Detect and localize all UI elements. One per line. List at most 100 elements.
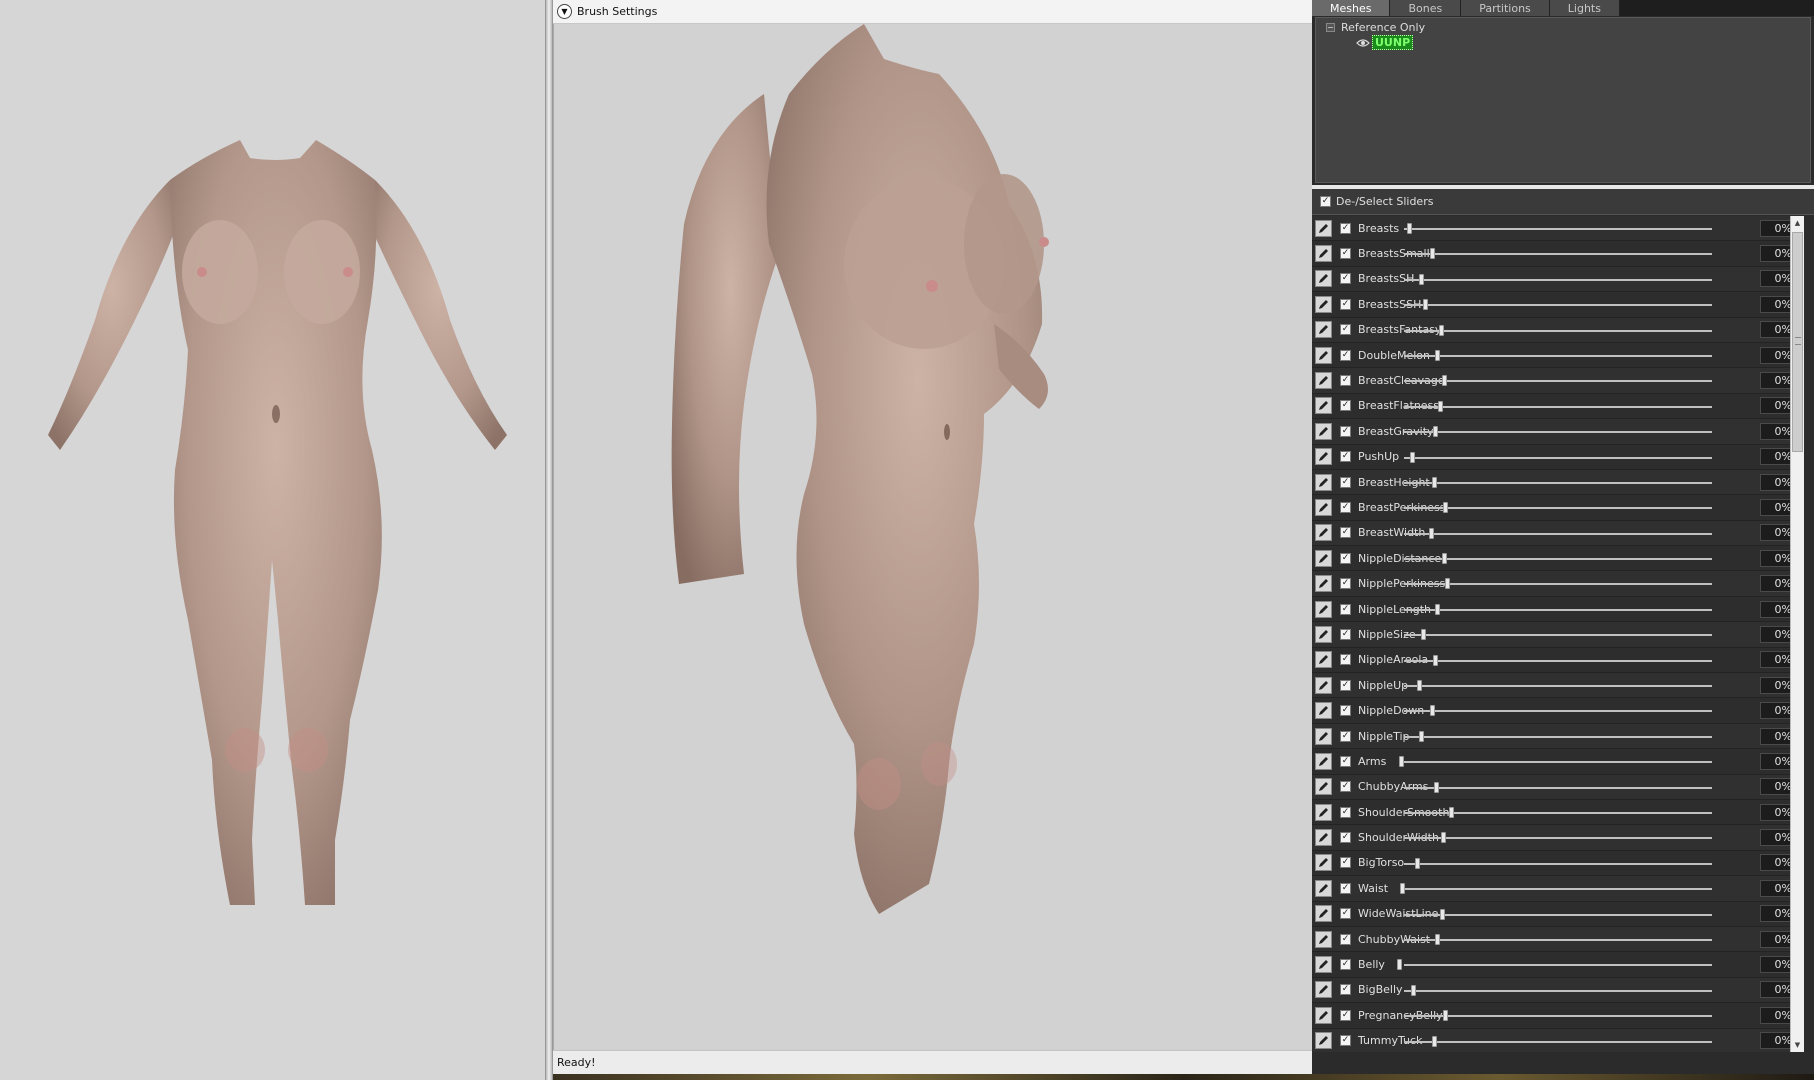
- pencil-icon[interactable]: [1315, 372, 1332, 390]
- slider-checkbox[interactable]: ✓: [1340, 1009, 1351, 1021]
- slider-checkbox[interactable]: ✓: [1340, 654, 1351, 666]
- slider-thumb[interactable]: [1399, 756, 1404, 768]
- slider-checkbox[interactable]: ✓: [1340, 578, 1351, 590]
- slider-thumb[interactable]: [1438, 400, 1443, 412]
- pencil-icon[interactable]: [1315, 448, 1332, 466]
- pencil-icon[interactable]: [1315, 1006, 1332, 1024]
- slider-thumb[interactable]: [1435, 933, 1440, 945]
- slider-track[interactable]: [1399, 756, 1712, 768]
- pencil-icon[interactable]: [1315, 803, 1332, 821]
- slider-checkbox[interactable]: ✓: [1340, 425, 1351, 437]
- slider-thumb[interactable]: [1443, 502, 1448, 514]
- slider-thumb[interactable]: [1433, 654, 1438, 666]
- slider-track[interactable]: [1404, 578, 1712, 590]
- slider-checkbox[interactable]: ✓: [1340, 273, 1351, 285]
- pencil-icon[interactable]: [1315, 473, 1332, 491]
- slider-track[interactable]: [1404, 553, 1712, 565]
- slider-track[interactable]: [1404, 1035, 1712, 1047]
- mesh-tree[interactable]: − Reference Only UUNP: [1315, 17, 1811, 183]
- scroll-down-arrow-icon[interactable]: ▼: [1791, 1038, 1804, 1052]
- slider-track[interactable]: [1404, 832, 1712, 844]
- slider-checkbox[interactable]: ✓: [1340, 248, 1351, 260]
- slider-list-scrollbar[interactable]: ▲ ▼: [1790, 216, 1804, 1052]
- slider-checkbox[interactable]: ✓: [1340, 755, 1351, 767]
- pencil-icon[interactable]: [1315, 879, 1332, 897]
- select-all-sliders-checkbox[interactable]: ✓: [1320, 196, 1331, 207]
- slider-track[interactable]: [1404, 806, 1712, 818]
- slider-track[interactable]: [1404, 629, 1712, 641]
- slider-checkbox[interactable]: ✓: [1340, 603, 1351, 615]
- slider-checkbox[interactable]: ✓: [1340, 451, 1351, 463]
- slider-thumb[interactable]: [1432, 1035, 1437, 1047]
- pencil-icon[interactable]: [1315, 422, 1332, 440]
- mesh-name-label[interactable]: UUNP: [1372, 35, 1414, 50]
- slider-thumb[interactable]: [1423, 299, 1428, 311]
- pencil-icon[interactable]: [1315, 625, 1332, 643]
- slider-thumb[interactable]: [1400, 883, 1405, 895]
- pencil-icon[interactable]: [1315, 905, 1332, 923]
- pencil-icon[interactable]: [1315, 981, 1332, 999]
- slider-checkbox[interactable]: ✓: [1340, 730, 1351, 742]
- slider-track[interactable]: [1404, 1010, 1712, 1022]
- slider-checkbox[interactable]: ✓: [1340, 806, 1351, 818]
- pencil-icon[interactable]: [1315, 752, 1332, 770]
- slider-track[interactable]: [1397, 959, 1712, 971]
- slider-thumb[interactable]: [1439, 324, 1444, 336]
- scrollbar-thumb[interactable]: [1792, 232, 1803, 452]
- slider-track[interactable]: [1404, 223, 1712, 234]
- slider-track[interactable]: [1404, 933, 1712, 945]
- slider-checkbox[interactable]: ✓: [1340, 984, 1351, 996]
- slider-thumb[interactable]: [1415, 857, 1420, 869]
- slider-checkbox[interactable]: ✓: [1340, 552, 1351, 564]
- slider-track[interactable]: [1404, 502, 1712, 514]
- slider-thumb[interactable]: [1417, 680, 1422, 692]
- tab-partitions[interactable]: Partitions: [1461, 0, 1550, 16]
- slider-track[interactable]: [1400, 883, 1712, 895]
- reference-viewport[interactable]: [0, 0, 545, 1080]
- tree-expander-icon[interactable]: −: [1326, 23, 1335, 32]
- slider-thumb[interactable]: [1442, 375, 1447, 387]
- slider-track[interactable]: [1404, 375, 1712, 387]
- slider-thumb[interactable]: [1433, 426, 1438, 438]
- slider-track[interactable]: [1404, 680, 1712, 692]
- pencil-icon[interactable]: [1315, 778, 1332, 796]
- slider-thumb[interactable]: [1440, 908, 1445, 920]
- slider-checkbox[interactable]: ✓: [1340, 349, 1351, 361]
- slider-checkbox[interactable]: ✓: [1340, 375, 1351, 387]
- slider-thumb[interactable]: [1397, 959, 1402, 971]
- tree-item-mesh[interactable]: UUNP: [1356, 35, 1414, 50]
- tree-root-label[interactable]: Reference Only: [1341, 21, 1425, 34]
- slider-thumb[interactable]: [1419, 730, 1424, 742]
- slider-checkbox[interactable]: ✓: [1340, 1035, 1351, 1047]
- scroll-up-arrow-icon[interactable]: ▲: [1791, 216, 1804, 230]
- slider-checkbox[interactable]: ✓: [1340, 908, 1351, 920]
- slider-checkbox[interactable]: ✓: [1340, 832, 1351, 844]
- slider-select-header[interactable]: ✓ De-/Select Sliders: [1312, 189, 1814, 215]
- slider-thumb[interactable]: [1443, 1010, 1448, 1022]
- slider-checkbox[interactable]: ✓: [1340, 324, 1351, 336]
- pencil-icon[interactable]: [1315, 549, 1332, 567]
- pencil-icon[interactable]: [1315, 524, 1332, 542]
- slider-track[interactable]: [1404, 273, 1712, 285]
- slider-checkbox[interactable]: ✓: [1340, 476, 1351, 488]
- slider-thumb[interactable]: [1419, 273, 1424, 285]
- pencil-icon[interactable]: [1315, 829, 1332, 847]
- slider-thumb[interactable]: [1449, 806, 1454, 818]
- pencil-icon[interactable]: [1315, 676, 1332, 694]
- slider-checkbox[interactable]: ✓: [1340, 527, 1351, 539]
- pencil-icon[interactable]: [1315, 930, 1332, 948]
- tree-item-reference-only[interactable]: − Reference Only: [1326, 21, 1425, 34]
- slider-thumb[interactable]: [1429, 527, 1434, 539]
- slider-thumb[interactable]: [1435, 349, 1440, 361]
- slider-track[interactable]: [1404, 654, 1712, 666]
- pencil-icon[interactable]: [1315, 702, 1332, 720]
- pencil-icon[interactable]: [1315, 854, 1332, 872]
- pencil-icon[interactable]: [1315, 600, 1332, 618]
- slider-thumb[interactable]: [1434, 781, 1439, 793]
- slider-thumb[interactable]: [1445, 578, 1450, 590]
- slider-checkbox[interactable]: ✓: [1340, 781, 1351, 793]
- slider-track[interactable]: [1404, 324, 1712, 336]
- slider-thumb[interactable]: [1411, 984, 1416, 996]
- slider-thumb[interactable]: [1441, 832, 1446, 844]
- slider-checkbox[interactable]: ✓: [1340, 400, 1351, 412]
